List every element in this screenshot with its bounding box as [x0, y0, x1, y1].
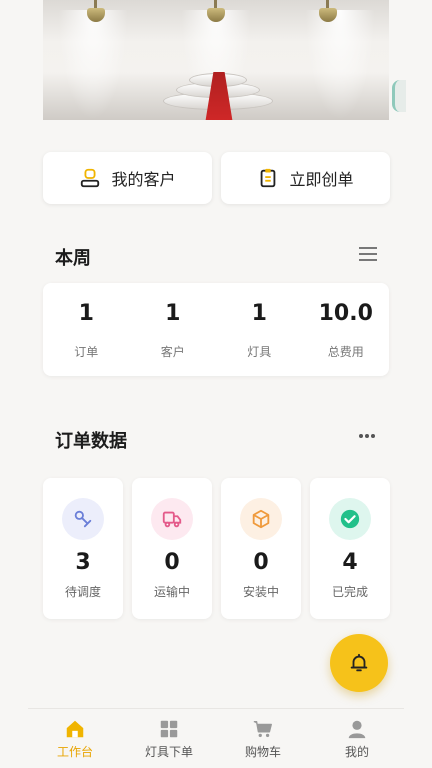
my-customers-label: 我的客户 — [111, 170, 176, 189]
order-status-label: 安装中 — [242, 585, 279, 599]
stat-label: 灯具 — [247, 345, 272, 359]
stat-label: 客户 — [160, 345, 185, 359]
box-icon — [240, 498, 282, 540]
more-icon[interactable] — [357, 428, 377, 444]
orders-section-title: 订单数据 — [55, 431, 127, 452]
notification-button[interactable] — [330, 634, 388, 692]
order-count: 0 — [164, 550, 180, 575]
home-icon — [66, 720, 84, 738]
tab-label: 购物车 — [244, 745, 281, 759]
create-order-label: 立即创单 — [289, 170, 354, 189]
stat-value: 10.0 — [318, 301, 373, 326]
order-count: 3 — [75, 550, 91, 575]
promo-banner[interactable] — [43, 0, 389, 120]
order-count: 4 — [342, 550, 358, 575]
tab-label: 灯具下单 — [144, 745, 193, 759]
customer-icon — [81, 168, 100, 188]
tab-cart[interactable]: 购物车 — [216, 709, 310, 768]
light-beam — [58, 10, 128, 120]
order-card-in-transit[interactable]: 0 运输中 — [132, 478, 212, 619]
stat-label: 总费用 — [327, 345, 364, 359]
stat-lamps[interactable]: 1 灯具 — [216, 283, 303, 376]
spotlight-icon — [315, 0, 341, 22]
side-tab[interactable] — [392, 80, 406, 112]
stat-value: 1 — [78, 301, 94, 326]
stat-label: 订单 — [74, 345, 99, 359]
bottom-tab-bar: 工作台 灯具下单 购物车 我的 — [28, 708, 404, 768]
order-status-label: 待调度 — [64, 585, 101, 599]
create-order-button[interactable]: 立即创单 — [221, 152, 390, 204]
stat-total-cost[interactable]: 10.0 总费用 — [303, 283, 390, 376]
clipboard-icon — [261, 168, 276, 188]
order-card-pending-dispatch[interactable]: 3 待调度 — [43, 478, 123, 619]
truck-icon — [151, 498, 193, 540]
tab-workbench[interactable]: 工作台 — [28, 709, 122, 768]
tab-label: 我的 — [344, 745, 369, 759]
grid-icon — [160, 720, 178, 738]
order-count: 0 — [253, 550, 269, 575]
week-section-title: 本周 — [55, 248, 91, 269]
spotlight-icon — [203, 0, 229, 22]
week-stats-card: 1 订单 1 客户 1 灯具 10.0 总费用 — [43, 283, 389, 376]
order-card-completed[interactable]: 4 已完成 — [310, 478, 390, 619]
tab-mine[interactable]: 我的 — [310, 709, 404, 768]
cart-icon — [253, 720, 272, 738]
tab-lamp-order[interactable]: 灯具下单 — [122, 709, 216, 768]
spotlight-icon — [83, 0, 109, 22]
my-customers-button[interactable]: 我的客户 — [43, 152, 212, 204]
tab-label: 工作台 — [56, 745, 93, 759]
order-status-label: 已完成 — [331, 585, 368, 599]
light-beam — [305, 10, 375, 120]
stat-value: 1 — [165, 301, 181, 326]
stat-orders[interactable]: 1 订单 — [43, 283, 130, 376]
dispatch-icon — [62, 498, 104, 540]
stat-customers[interactable]: 1 客户 — [130, 283, 217, 376]
order-card-installing[interactable]: 0 安装中 — [221, 478, 301, 619]
order-status-label: 运输中 — [153, 585, 190, 599]
user-icon — [348, 720, 366, 739]
stat-value: 1 — [251, 301, 267, 326]
menu-icon[interactable] — [358, 245, 378, 263]
check-icon — [329, 498, 371, 540]
stage-illustration — [163, 68, 273, 120]
bell-icon — [350, 653, 368, 672]
